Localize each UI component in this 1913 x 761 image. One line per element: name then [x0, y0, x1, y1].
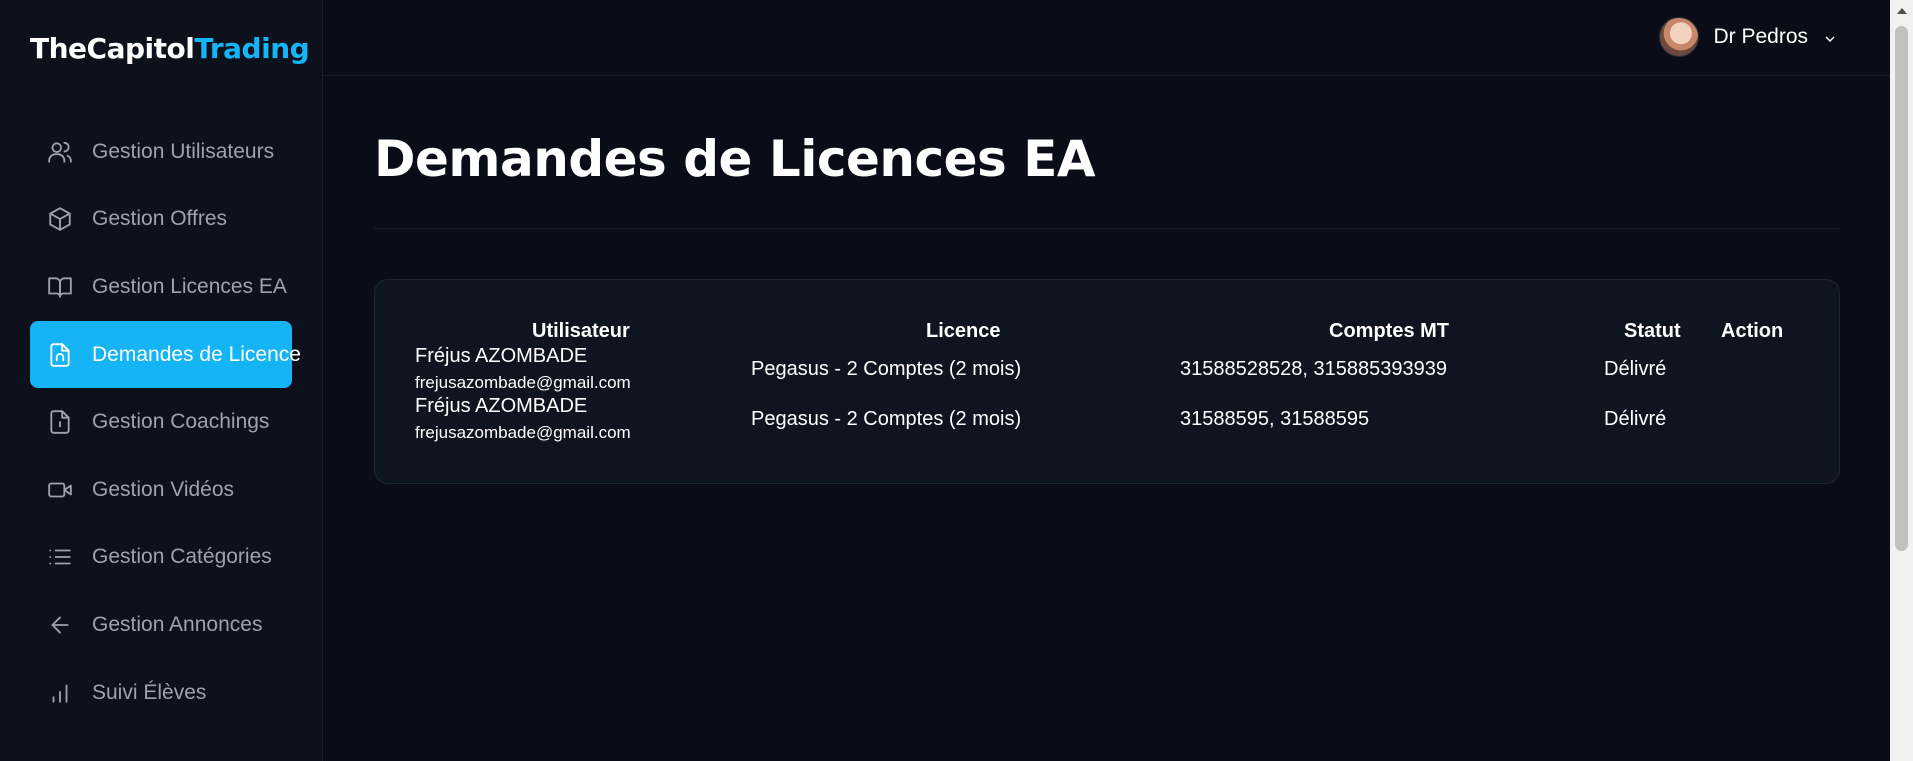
avatar[interactable]	[1659, 17, 1700, 57]
sidebar-item-label: Suivi Élèves	[92, 680, 207, 704]
divider	[374, 228, 1840, 229]
logo-part-1: TheCapitol	[30, 32, 195, 65]
sidebar-item-gestion-coachings[interactable]: Gestion Coachings	[30, 388, 292, 456]
logo-part-2: Trading	[194, 32, 310, 65]
user-menu[interactable]: Dr Pedros	[1659, 17, 1838, 57]
sidebar-item-label: Demandes de Licence	[92, 342, 301, 366]
sidebar-item-gestion-videos[interactable]: Gestion Vidéos	[30, 456, 292, 524]
user-name: Dr Pedros	[1713, 25, 1808, 48]
list-icon	[47, 544, 73, 570]
sidebar-item-label: Gestion Annonces	[92, 612, 263, 636]
status-cell: Délivré	[1604, 408, 1667, 430]
chevron-down-icon[interactable]	[1822, 29, 1838, 45]
column-header-statut: Statut	[1624, 320, 1681, 342]
arrow-left-icon	[47, 612, 73, 638]
bar-chart-icon	[47, 680, 73, 706]
comptes-mt-cell: 31588528528, 315885393939	[1180, 358, 1447, 380]
scrollbar-thumb[interactable]	[1895, 26, 1908, 551]
user-email-cell: frejusazombade@gmail.com	[415, 373, 631, 392]
package-icon	[47, 206, 73, 232]
book-icon	[47, 274, 73, 300]
scrollbar[interactable]	[1890, 0, 1913, 761]
video-icon	[47, 477, 73, 503]
sidebar-item-label: Gestion Utilisateurs	[92, 139, 275, 163]
page-title: Demandes de Licences EA	[374, 130, 1096, 188]
sidebar-item-demandes-de-licence[interactable]: Demandes de Licence	[30, 320, 301, 389]
scroll-up-icon[interactable]	[1897, 8, 1907, 14]
user-name-cell: Fréjus AZOMBADE	[415, 345, 588, 367]
sidebar-nav: Gestion Utilisateurs Gestion Offres Gest…	[30, 118, 301, 727]
license-requests-table: Utilisateur Licence Comptes MT Statut Ac…	[374, 279, 1840, 484]
file-request-icon	[47, 342, 73, 368]
user-email-cell: frejusazombade@gmail.com	[415, 423, 631, 442]
sidebar-item-gestion-offres[interactable]: Gestion Offres	[30, 186, 292, 254]
logo[interactable]: TheCapitolTrading	[30, 32, 310, 65]
sidebar-item-gestion-licences-ea[interactable]: Gestion Licences EA	[30, 253, 292, 321]
sidebar-item-label: Gestion Catégories	[92, 545, 272, 569]
user-name-cell: Fréjus AZOMBADE	[415, 395, 588, 417]
sidebar-item-label: Gestion Coachings	[92, 410, 270, 434]
sidebar-item-gestion-utilisateurs[interactable]: Gestion Utilisateurs	[30, 118, 292, 186]
app-root: TheCapitolTrading Gestion Utilisateurs G…	[0, 0, 1913, 761]
column-header-utilisateur: Utilisateur	[532, 320, 630, 342]
licence-cell: Pegasus - 2 Comptes (2 mois)	[751, 408, 1022, 430]
sidebar-item-label: Gestion Vidéos	[92, 477, 235, 501]
column-header-action: Action	[1721, 320, 1784, 342]
column-header-licence: Licence	[926, 320, 1001, 342]
licence-cell: Pegasus - 2 Comptes (2 mois)	[751, 358, 1022, 380]
status-cell: Délivré	[1604, 358, 1667, 380]
users-icon	[47, 139, 73, 165]
topbar: Dr Pedros	[323, 0, 1890, 76]
sidebar-item-suivi-eleves[interactable]: Suivi Élèves	[30, 659, 292, 727]
file-icon	[47, 409, 73, 435]
sidebar: TheCapitolTrading Gestion Utilisateurs G…	[0, 0, 323, 761]
column-header-comptes-mt: Comptes MT	[1329, 320, 1449, 342]
sidebar-item-label: Gestion Licences EA	[92, 274, 287, 298]
comptes-mt-cell: 31588595, 31588595	[1180, 408, 1370, 430]
sidebar-item-gestion-annonces[interactable]: Gestion Annonces	[30, 591, 292, 659]
sidebar-item-gestion-categories[interactable]: Gestion Catégories	[30, 524, 292, 592]
sidebar-item-label: Gestion Offres	[92, 207, 228, 231]
